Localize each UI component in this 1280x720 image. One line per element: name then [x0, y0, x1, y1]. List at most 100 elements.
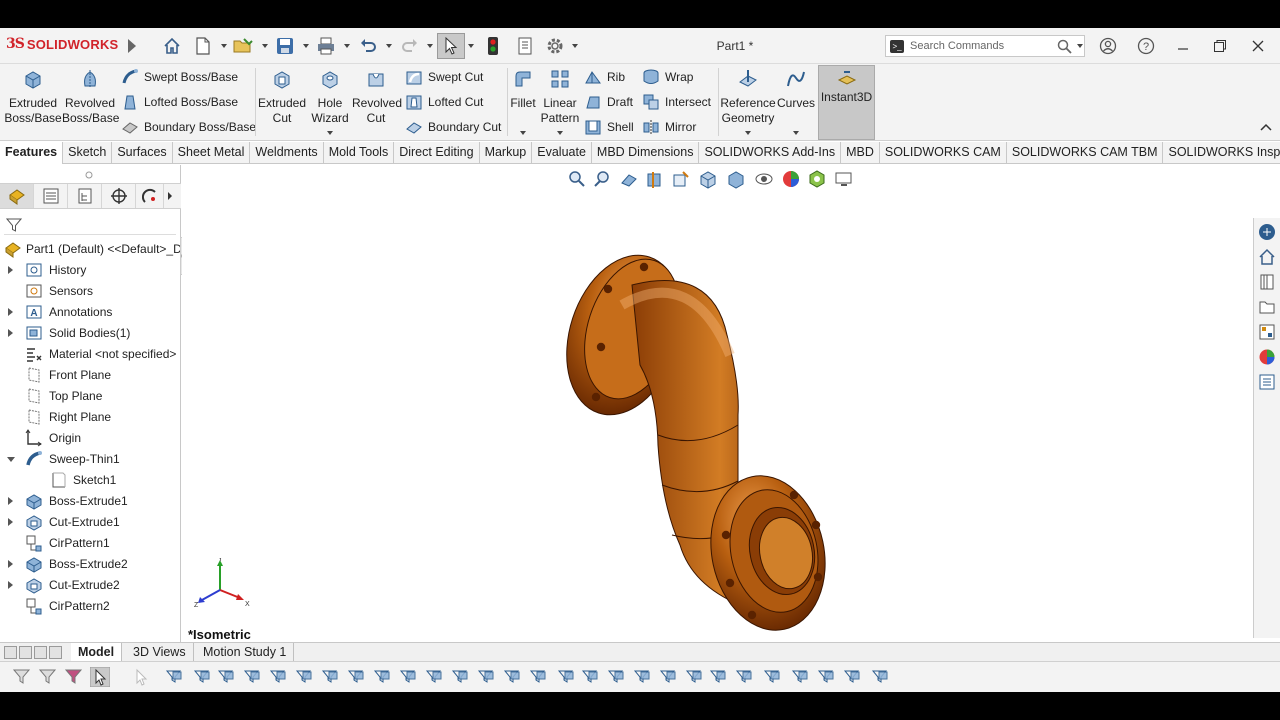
filter-routing-points-icon[interactable]	[762, 667, 782, 687]
chevron-down-icon[interactable]	[427, 44, 433, 48]
tab-surfaces[interactable]: Surfaces	[112, 142, 173, 164]
filter-mate-references-icon[interactable]	[816, 667, 836, 687]
menu-expand-arrow-icon[interactable]	[128, 39, 136, 53]
open-button[interactable]	[231, 35, 255, 57]
solidworks-logo[interactable]: 3S SOLIDWORKS	[6, 36, 118, 52]
tree-item-cirpattern1[interactable]: CirPattern1	[0, 533, 181, 554]
first-tab-button[interactable]	[4, 646, 17, 659]
close-button[interactable]	[1247, 36, 1269, 56]
minimize-button[interactable]	[1172, 36, 1194, 56]
task-pane-home[interactable]	[1256, 246, 1278, 268]
chevron-down-icon[interactable]	[303, 44, 309, 48]
bottom-tab-3d-views[interactable]: 3D Views	[126, 643, 194, 662]
extruded-boss-button[interactable]: Extruded Boss/Base	[4, 68, 62, 126]
expand-open-icon[interactable]	[7, 457, 15, 462]
filter-vertices-icon[interactable]	[164, 667, 184, 687]
display-style-icon[interactable]	[725, 169, 747, 189]
chevron-down-icon[interactable]	[386, 44, 392, 48]
fillet-button[interactable]: Fillet	[508, 68, 538, 111]
search-icon[interactable]	[1057, 39, 1072, 54]
last-tab-button[interactable]	[49, 646, 62, 659]
boundary-boss-button[interactable]: Boundary Boss/Base	[121, 117, 256, 137]
tab-direct-editing[interactable]: Direct Editing	[394, 142, 480, 164]
help-button[interactable]: ?	[1135, 36, 1157, 56]
rib-button[interactable]: Rib	[584, 67, 625, 87]
new-document-button[interactable]	[192, 35, 214, 57]
tab-mbd-dimensions[interactable]: MBD Dimensions	[592, 142, 700, 164]
file-properties-button[interactable]	[513, 35, 537, 57]
chevron-down-icon[interactable]	[793, 131, 799, 135]
tabs-scroll-right[interactable]	[164, 184, 176, 208]
filter-blocks-icon[interactable]	[684, 667, 704, 687]
intersect-button[interactable]: Intersect	[642, 92, 711, 112]
tab-evaluate[interactable]: Evaluate	[532, 142, 592, 164]
swept-boss-button[interactable]: Swept Boss/Base	[121, 67, 238, 87]
expand-arrow-icon[interactable]	[8, 497, 13, 505]
hide-show-items-icon[interactable]	[753, 169, 775, 189]
reference-geometry-button[interactable]: Reference Geometry	[720, 68, 776, 126]
graphics-area[interactable]: Y X Z *Isometric	[182, 165, 1252, 642]
tab-mbd[interactable]: MBD	[841, 142, 880, 164]
pipe-elbow-model[interactable]	[562, 245, 852, 635]
chevron-down-icon[interactable]	[468, 44, 474, 48]
dynamic-annotation-icon[interactable]	[671, 169, 691, 189]
mirror-button[interactable]: Mirror	[642, 117, 696, 137]
filter-datum-targets-icon[interactable]	[606, 667, 626, 687]
filter-toggle-icon[interactable]	[12, 667, 32, 687]
task-pane-solidworks-resources[interactable]	[1256, 221, 1278, 243]
tree-item-sweep-thin1[interactable]: Sweep-Thin1	[0, 449, 181, 470]
task-pane-appearances[interactable]	[1256, 346, 1278, 368]
boundary-cut-button[interactable]: Boundary Cut	[405, 117, 501, 137]
tree-root-part[interactable]: Part1 (Default) <<Default>_D	[0, 239, 181, 260]
section-view-icon[interactable]	[645, 169, 665, 189]
tab-configuration-manager[interactable]	[68, 184, 102, 208]
tab-solidworks-cam-tbm[interactable]: SOLIDWORKS CAM TBM	[1007, 142, 1164, 164]
filter-sketch-points-icon[interactable]	[372, 667, 392, 687]
chevron-down-icon[interactable]	[327, 131, 333, 135]
chevron-down-icon[interactable]	[344, 44, 350, 48]
filter-sketch-vertices-icon[interactable]	[398, 667, 418, 687]
tree-item-annotations[interactable]: A Annotations	[0, 302, 181, 323]
filter-cosmetic-threads-icon[interactable]	[658, 667, 678, 687]
rebuild-button[interactable]	[482, 35, 504, 57]
tree-item-material-not-specified[interactable]: Material <not specified>	[0, 344, 181, 365]
filter-loops-icon[interactable]	[842, 667, 862, 687]
filter-select-all-icon[interactable]	[64, 667, 84, 687]
tab-property-manager[interactable]	[34, 184, 68, 208]
expand-arrow-icon[interactable]	[8, 329, 13, 337]
task-pane-design-library[interactable]	[1256, 271, 1278, 293]
filter-faces-icon[interactable]	[216, 667, 236, 687]
next-tab-button[interactable]	[34, 646, 47, 659]
filter-dimensions-icon[interactable]	[450, 667, 470, 687]
filter-datum-features-icon[interactable]	[580, 667, 600, 687]
filter-weld-symbols-icon[interactable]	[632, 667, 652, 687]
filter-notes-icon[interactable]	[528, 667, 548, 687]
restore-button[interactable]	[1209, 36, 1231, 56]
lofted-cut-button[interactable]: Lofted Cut	[405, 92, 483, 112]
curves-button[interactable]: Curves	[776, 68, 816, 111]
hole-wizard-button[interactable]: Hole Wizard	[308, 68, 352, 126]
expand-arrow-icon[interactable]	[8, 560, 13, 568]
task-pane-view-palette[interactable]	[1256, 321, 1278, 343]
swept-cut-button[interactable]: Swept Cut	[405, 67, 483, 87]
chevron-down-icon[interactable]	[572, 44, 578, 48]
bottom-tab-model[interactable]: Model	[71, 643, 123, 662]
filter-geometric-tolerance-icon[interactable]	[502, 667, 522, 687]
tree-item-origin[interactable]: Origin	[0, 428, 181, 449]
tab-solidworks-cam[interactable]: SOLIDWORKS CAM	[880, 142, 1007, 164]
filter-clear-icon[interactable]	[38, 667, 58, 687]
edit-appearance-icon[interactable]	[781, 169, 801, 189]
bottom-tab-motion-study-1[interactable]: Motion Study 1	[196, 643, 295, 662]
search-commands-box[interactable]: >_	[885, 35, 1085, 57]
view-settings-icon[interactable]	[833, 169, 855, 189]
chevron-down-icon[interactable]	[1077, 44, 1083, 48]
tree-item-solid-bodies-1[interactable]: Solid Bodies(1)	[0, 323, 181, 344]
extruded-cut-button[interactable]: Extruded Cut	[258, 68, 306, 126]
previous-view-icon[interactable]	[619, 169, 639, 189]
task-pane-custom-properties[interactable]	[1256, 371, 1278, 393]
revolved-boss-button[interactable]: Revolved Boss/Base	[62, 68, 119, 126]
expand-arrow-icon[interactable]	[8, 518, 13, 526]
filter-connection-points-icon[interactable]	[734, 667, 754, 687]
filter-planes-icon[interactable]	[320, 667, 340, 687]
filter-midsurface-icon[interactable]	[790, 667, 810, 687]
